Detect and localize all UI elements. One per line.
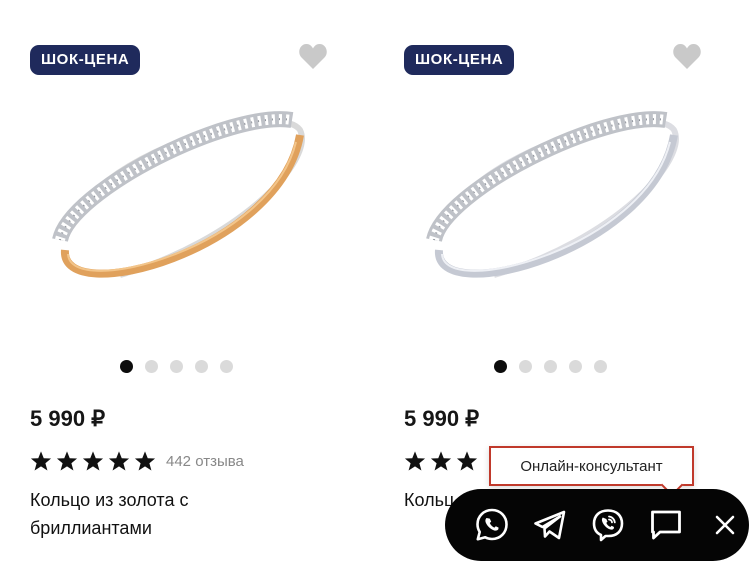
reviews-link[interactable]: 442 отзыва <box>166 453 244 470</box>
viber-icon <box>592 509 624 542</box>
carousel-dot[interactable] <box>195 360 208 373</box>
carousel-dot[interactable] <box>170 360 183 373</box>
viber-button[interactable] <box>589 506 627 544</box>
star-icon <box>108 451 130 471</box>
product-image-ring-white-gold[interactable] <box>404 90 694 320</box>
whatsapp-icon <box>476 508 508 541</box>
carousel-dot[interactable] <box>544 360 557 373</box>
online-chat-button[interactable] <box>647 506 685 544</box>
carousel-dot[interactable] <box>569 360 582 373</box>
carousel-dot[interactable] <box>494 360 507 373</box>
chat-widget-bar <box>445 489 749 561</box>
product-price: 5 990 ₽ <box>404 406 480 431</box>
online-consultant-tooltip: Онлайн-консультант <box>489 446 694 486</box>
heart-icon[interactable] <box>672 42 702 70</box>
product-image-ring-gold[interactable] <box>30 90 320 320</box>
star-icon <box>56 451 78 471</box>
telegram-icon <box>534 510 566 540</box>
star-icon <box>82 451 104 471</box>
heart-icon[interactable] <box>298 42 328 70</box>
star-icon <box>404 451 426 471</box>
star-icon <box>134 451 156 471</box>
star-icon <box>456 451 478 471</box>
image-carousel-dots <box>494 360 607 373</box>
product-card[interactable]: ШОК-ЦЕНА 5 990 ₽ 442 отзыва Кольцо из зо… <box>30 0 360 563</box>
image-carousel-dots <box>120 360 233 373</box>
carousel-dot[interactable] <box>220 360 233 373</box>
whatsapp-button[interactable] <box>473 506 511 544</box>
close-icon[interactable] <box>713 513 737 537</box>
product-title[interactable]: Кольцо из золота с бриллиантами <box>30 486 290 542</box>
promo-badge: ШОК-ЦЕНА <box>30 45 141 75</box>
carousel-dot[interactable] <box>594 360 607 373</box>
carousel-dot[interactable] <box>519 360 532 373</box>
carousel-dot[interactable] <box>145 360 158 373</box>
star-icon <box>430 451 452 471</box>
telegram-button[interactable] <box>531 506 569 544</box>
promo-badge: ШОК-ЦЕНА <box>404 45 515 75</box>
rating: 442 отзыва <box>30 450 244 472</box>
star-icon <box>30 451 52 471</box>
rating <box>404 450 482 472</box>
product-price: 5 990 ₽ <box>30 406 106 431</box>
chat-icon <box>651 510 681 540</box>
carousel-dot[interactable] <box>120 360 133 373</box>
